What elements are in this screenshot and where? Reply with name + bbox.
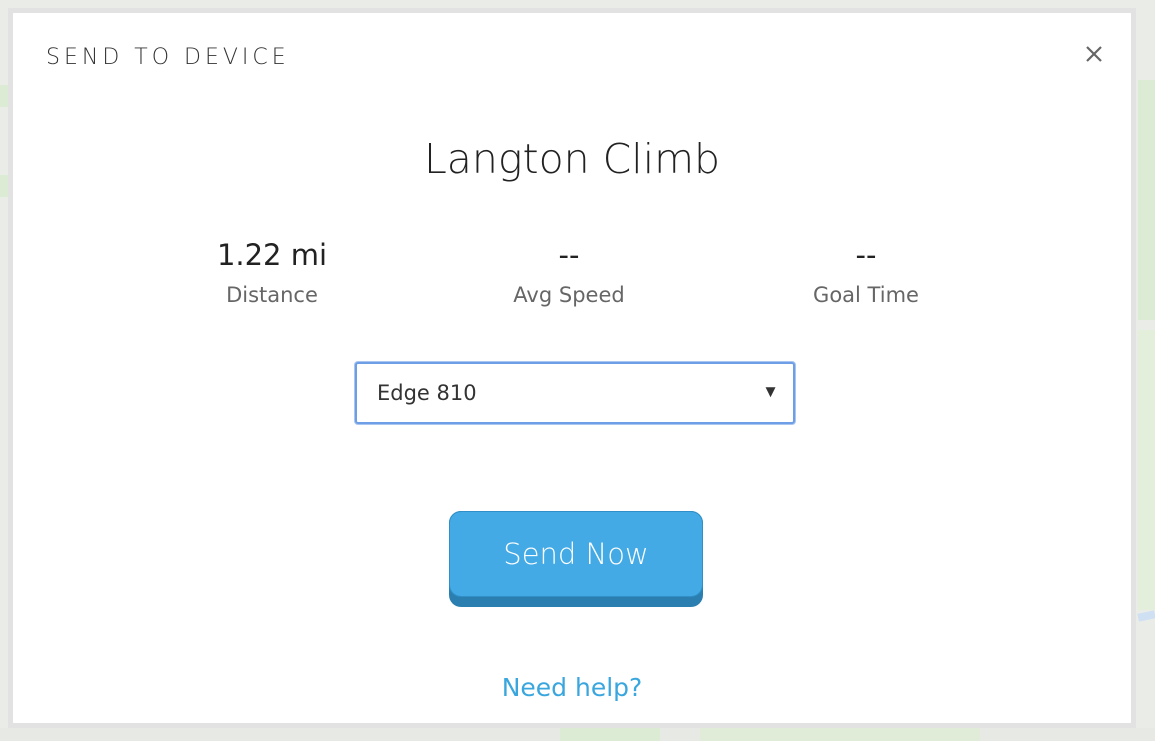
send-now-button[interactable]: Send Now [449, 511, 703, 607]
device-select-value: Edge 810 [377, 381, 477, 405]
close-icon [1086, 46, 1102, 62]
stat-goal-time: -- Goal Time [746, 235, 986, 307]
stat-value: 1.22 mi [216, 238, 328, 272]
map-park [1138, 330, 1155, 610]
stat-value: -- [855, 238, 877, 272]
close-button[interactable] [1079, 39, 1109, 69]
stat-value: -- [558, 238, 580, 272]
send-to-device-modal: SEND TO DEVICE Langton Climb 1.22 mi Dis… [8, 8, 1136, 728]
stat-label: Goal Time [813, 283, 919, 307]
send-now-label: Send Now [449, 511, 703, 597]
route-name: Langton Climb [423, 135, 721, 183]
map-bottom-strip [0, 728, 1155, 741]
chevron-down-icon: ▼ [762, 382, 779, 401]
map-road [1137, 610, 1155, 622]
map-park [560, 728, 660, 741]
stat-label: Avg Speed [513, 283, 625, 307]
stat-distance: 1.22 mi Distance [152, 235, 392, 307]
stat-label: Distance [226, 283, 318, 307]
modal-title: SEND TO DEVICE [46, 45, 290, 70]
stat-avg-speed: -- Avg Speed [449, 235, 689, 307]
need-help-link[interactable]: Need help? [13, 673, 1131, 702]
map-park [1138, 80, 1155, 320]
map-park [700, 728, 980, 741]
device-select[interactable]: Edge 810 ▼ [355, 362, 795, 424]
